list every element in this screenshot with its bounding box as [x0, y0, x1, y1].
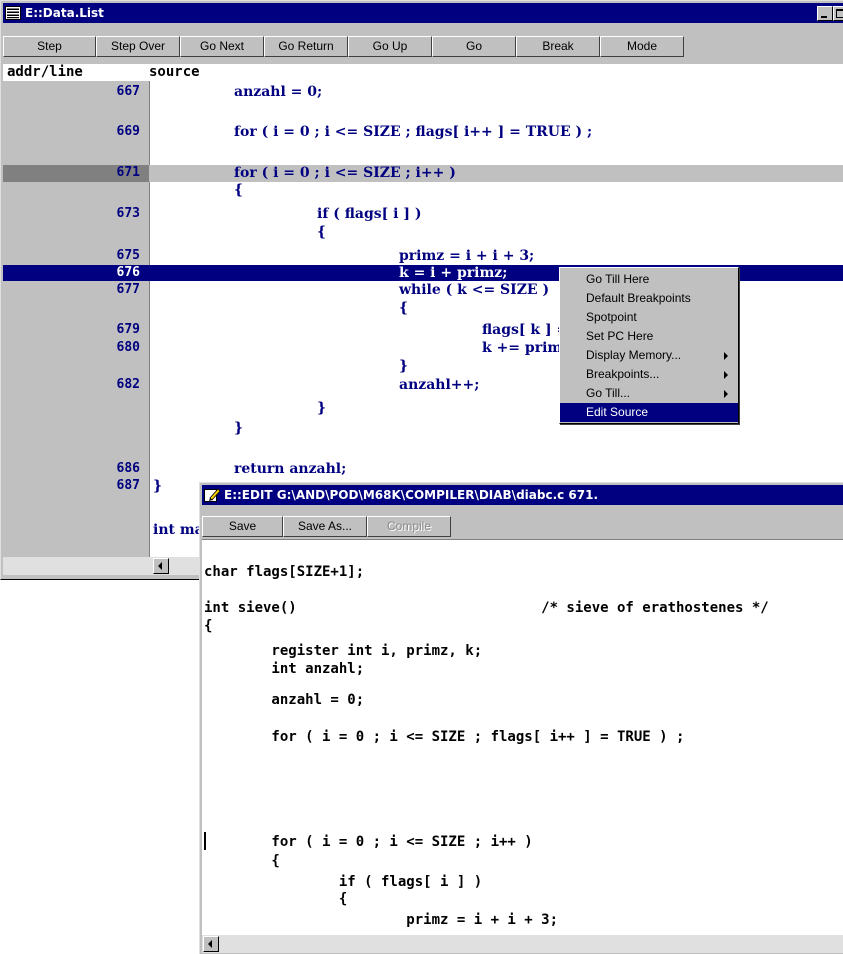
source-text: }: [399, 358, 409, 374]
go-next-button[interactable]: Go Next: [180, 36, 264, 57]
editor-line: for ( i = 0 ; i <= SIZE ; i++ ): [204, 834, 533, 850]
source-row-667[interactable]: 667 anzahl = 0;: [3, 84, 843, 100]
addr-line-header: addr/line: [7, 64, 83, 80]
menu-item-breakpoints[interactable]: Breakpoints...: [560, 365, 738, 384]
menu-item-go-till[interactable]: Go Till...: [560, 384, 738, 403]
source-text: for ( i = 0 ; i <= SIZE ; flags[ i++ ] =…: [234, 124, 593, 140]
source-text: anzahl = 0;: [234, 84, 323, 100]
source-text: {: [234, 182, 244, 198]
go-button[interactable]: Go: [432, 36, 516, 57]
step-button[interactable]: Step: [3, 36, 96, 57]
break-button[interactable]: Break: [516, 36, 600, 57]
source-row-673[interactable]: 673 if ( flags[ i ] ): [3, 206, 843, 222]
line-number: 671: [116, 165, 140, 180]
editor-line: {: [204, 618, 213, 634]
source-row-671-current[interactable]: 671 for ( i = 0 ; i <= SIZE ; i++ ): [3, 165, 843, 182]
submenu-arrow-icon: [724, 390, 728, 398]
data-list-toolbar: Step Step Over Go Next Go Return Go Up G…: [3, 36, 843, 57]
editor-line: char flags[SIZE+1];: [204, 564, 365, 580]
editor-hscrollbar[interactable]: [202, 935, 843, 953]
menu-item-default-breakpoints[interactable]: Default Breakpoints: [560, 289, 738, 308]
data-list-titlebar[interactable]: E::Data.List: [3, 3, 843, 23]
editor-line: anzahl = 0;: [204, 692, 365, 708]
editor-line: {: [204, 891, 348, 907]
source-row-675[interactable]: 675 primz = i + i + 3;: [3, 248, 843, 264]
line-number: 675: [116, 248, 140, 263]
editor-text-area[interactable]: char flags[SIZE+1]; int sieve() /* sieve…: [202, 539, 843, 935]
editor-line: for ( i = 0 ; i <= SIZE ; flags[ i++ ] =…: [204, 729, 685, 745]
mode-button[interactable]: Mode: [600, 36, 684, 57]
editor-titlebar[interactable]: E::EDIT G:\AND\POD\M68K\COMPILER\DIAB\di…: [202, 485, 843, 505]
source-row[interactable]: {: [3, 182, 843, 198]
editor-line: if ( flags[ i ] ): [204, 874, 483, 890]
menu-item-spotpoint[interactable]: Spotpoint: [560, 308, 738, 327]
source-text: primz = i + i + 3;: [399, 248, 535, 264]
editor-line: {: [204, 853, 280, 869]
editor-line: int anzahl;: [204, 661, 365, 677]
line-number: 677: [116, 282, 140, 297]
line-number: 680: [116, 340, 140, 355]
source-text: {: [317, 224, 327, 240]
source-text: }: [153, 478, 163, 494]
source-text: anzahl++;: [399, 377, 480, 393]
submenu-arrow-icon: [724, 371, 728, 379]
editor-title: E::EDIT G:\AND\POD\M68K\COMPILER\DIAB\di…: [224, 488, 599, 502]
go-up-button[interactable]: Go Up: [348, 36, 432, 57]
line-number: 667: [116, 84, 140, 99]
source-text: }: [317, 400, 327, 416]
list-window-icon: [5, 6, 21, 20]
menu-item-display-memory[interactable]: Display Memory...: [560, 346, 738, 365]
source-text: }: [234, 420, 244, 436]
maximize-icon[interactable]: [833, 6, 843, 21]
line-number: 682: [116, 377, 140, 392]
minimize-icon[interactable]: [817, 6, 833, 21]
source-row[interactable]: {: [3, 224, 843, 240]
source-row-669[interactable]: 669 for ( i = 0 ; i <= SIZE ; flags[ i++…: [3, 124, 843, 140]
step-over-button[interactable]: Step Over: [96, 36, 180, 57]
submenu-arrow-icon: [724, 352, 728, 360]
source-row-686[interactable]: 686 return anzahl;: [3, 461, 843, 477]
line-number: 687: [116, 478, 140, 493]
compile-button: Compile: [367, 516, 451, 537]
save-button[interactable]: Save: [202, 516, 283, 537]
data-list-title: E::Data.List: [25, 6, 104, 20]
save-as-button[interactable]: Save As...: [283, 516, 367, 537]
line-number: 669: [116, 124, 140, 139]
source-header: source: [149, 64, 200, 80]
editor-line: primz = i + i + 3;: [204, 912, 559, 928]
context-menu: Go Till Here Default Breakpoints Spotpoi…: [559, 267, 739, 424]
menu-item-label: Breakpoints...: [586, 367, 660, 381]
menu-item-go-till-here[interactable]: Go Till Here: [560, 270, 738, 289]
scroll-left-icon[interactable]: [203, 936, 219, 952]
source-text: if ( flags[ i ] ): [317, 206, 422, 222]
menu-item-edit-source[interactable]: Edit Source: [560, 403, 738, 422]
menu-item-label: Display Memory...: [586, 348, 682, 362]
editor-window: E::EDIT G:\AND\POD\M68K\COMPILER\DIAB\di…: [199, 482, 843, 954]
line-number: 676: [116, 265, 140, 280]
editor-line: register int i, primz, k;: [204, 643, 483, 659]
edit-pencil-icon: [204, 488, 220, 502]
source-text: {: [399, 300, 409, 316]
go-return-button[interactable]: Go Return: [264, 36, 348, 57]
menu-item-set-pc-here[interactable]: Set PC Here: [560, 327, 738, 346]
editor-toolbar: Save Save As... Compile: [202, 516, 843, 537]
editor-line: int sieve() /* sieve of erathostenes */: [204, 600, 769, 616]
column-header: addr/line source: [3, 64, 843, 81]
source-text: k = i + primz;: [399, 265, 508, 281]
source-text: return anzahl;: [234, 461, 347, 477]
source-text: while ( k <= SIZE ): [399, 282, 550, 298]
menu-item-label: Go Till...: [586, 386, 631, 400]
line-number: 673: [116, 206, 140, 221]
source-text: for ( i = 0 ; i <= SIZE ; i++ ): [234, 165, 456, 181]
line-number: 679: [116, 322, 140, 337]
scroll-left-icon[interactable]: [153, 558, 169, 574]
line-number: 686: [116, 461, 140, 476]
